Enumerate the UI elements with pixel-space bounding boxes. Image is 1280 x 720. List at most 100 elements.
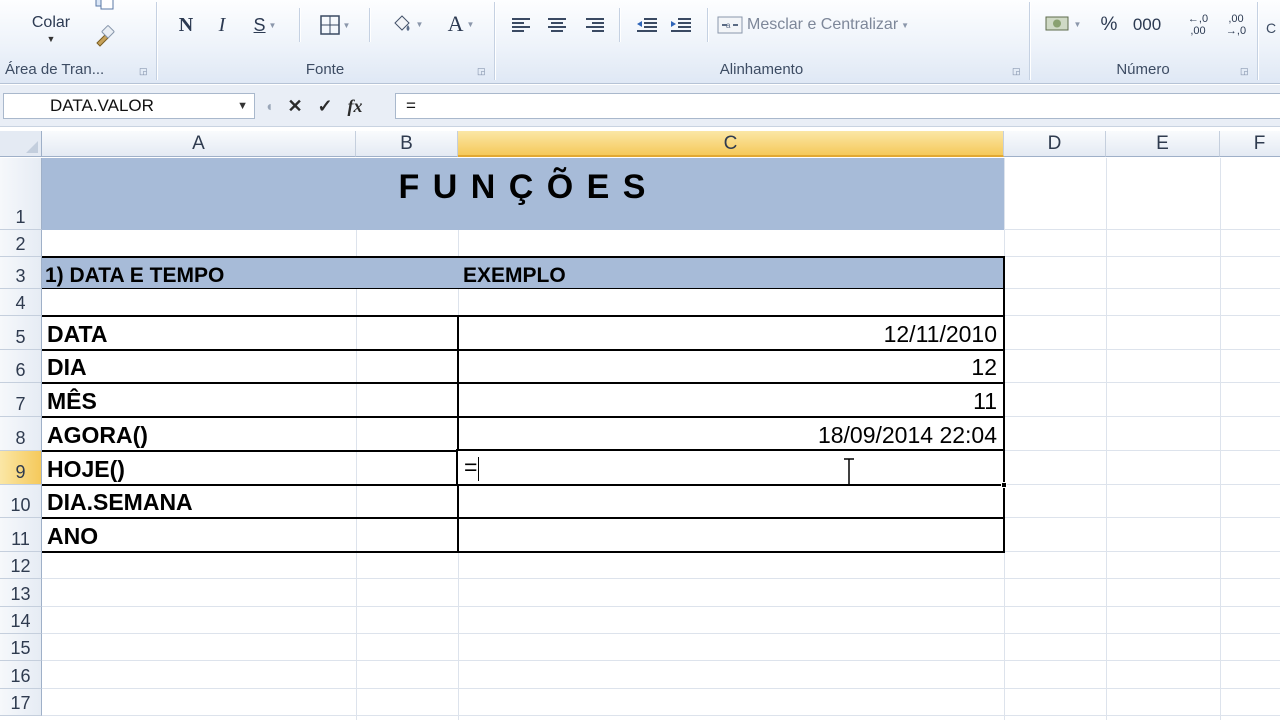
- increase-decimal-bottom: ,00: [1190, 25, 1206, 37]
- section-header-example[interactable]: EXEMPLO: [458, 257, 1004, 289]
- dialog-launcher-icon[interactable]: ◲: [1240, 66, 1250, 76]
- accounting-format-button[interactable]: ▼: [1038, 10, 1088, 38]
- number-group: ▼ % 000 ←,0 ,00 ,00 →,0 Número ◲: [1030, 0, 1256, 82]
- resize-handle-icon[interactable]: ◖: [258, 94, 280, 118]
- chevron-down-icon: ▼: [1073, 19, 1082, 29]
- paste-button[interactable]: Colar ▼: [10, 0, 92, 48]
- table-row-value[interactable]: [459, 519, 1003, 551]
- enter-icon[interactable]: ✓: [310, 94, 340, 118]
- clipboard-group: Colar ▼ Área de Tran... ◲: [0, 0, 155, 82]
- row-header-8[interactable]: 8: [0, 417, 42, 451]
- row-header-2[interactable]: 2: [0, 230, 42, 257]
- row-header-14[interactable]: 14: [0, 607, 42, 634]
- font-color-icon: A: [447, 11, 464, 36]
- select-all-corner[interactable]: [0, 131, 42, 157]
- row-header-6[interactable]: 6: [0, 350, 42, 383]
- worksheet[interactable]: A B C D E F 1 2 3 4 5 6 7 8 9 10 11 12 1…: [0, 128, 1280, 720]
- table-row-value[interactable]: [459, 486, 1003, 517]
- font-color-button[interactable]: A ▼: [439, 10, 483, 38]
- row-header-7[interactable]: 7: [0, 383, 42, 417]
- font-group-label: Fonte: [305, 61, 345, 78]
- table-row-label[interactable]: AGORA(): [42, 418, 456, 450]
- chevron-down-icon: ▼: [901, 20, 910, 30]
- copy-icon[interactable]: [90, 0, 118, 12]
- row-header-3[interactable]: 3: [0, 257, 42, 289]
- name-box-value: DATA.VALOR: [50, 96, 154, 115]
- align-center-button[interactable]: [543, 12, 571, 38]
- increase-indent-button[interactable]: [667, 12, 695, 38]
- column-header-e[interactable]: E: [1106, 131, 1220, 157]
- active-cell[interactable]: =: [456, 449, 1007, 488]
- row-header-13[interactable]: 13: [0, 579, 42, 607]
- table-row-value[interactable]: 11: [459, 384, 1003, 416]
- cancel-icon[interactable]: ✕: [280, 94, 310, 118]
- underline-label: S: [253, 14, 266, 35]
- alignment-group: a Mesclar e Centralizar ▼ Alinhamento ◲: [495, 0, 1028, 82]
- formula-input[interactable]: =: [395, 93, 1280, 119]
- fill-color-button[interactable]: ▼: [385, 10, 429, 38]
- table-row-label[interactable]: DATA: [42, 317, 456, 349]
- row-header-9[interactable]: 9: [0, 451, 42, 485]
- formula-bar: DATA.VALOR ▼ ◖ ✕ ✓ fx =: [0, 85, 1280, 127]
- table-row-value[interactable]: 18/09/2014 22:04: [459, 418, 1003, 450]
- chevron-down-icon: ▼: [342, 20, 351, 30]
- row-header-4[interactable]: 4: [0, 289, 42, 316]
- number-group-label: Número: [1116, 61, 1170, 78]
- dialog-launcher-icon[interactable]: ◲: [139, 66, 149, 76]
- row-header-10[interactable]: 10: [0, 485, 42, 518]
- row-header-5[interactable]: 5: [0, 316, 42, 350]
- italic-button[interactable]: I: [209, 12, 235, 38]
- chevron-down-icon[interactable]: ▼: [237, 94, 248, 118]
- decrease-indent-button[interactable]: [633, 12, 661, 38]
- decrease-decimal-button[interactable]: ,00 →,0: [1220, 10, 1252, 40]
- row-header-17[interactable]: 17: [0, 689, 42, 716]
- clipboard-group-label: Área de Tran...: [5, 61, 105, 78]
- name-box[interactable]: DATA.VALOR ▼: [3, 93, 255, 119]
- column-header-d[interactable]: D: [1004, 131, 1106, 157]
- styles-group-partial[interactable]: C: [1262, 8, 1280, 48]
- chevron-down-icon: ▼: [46, 34, 56, 44]
- column-header-c[interactable]: C: [458, 131, 1004, 157]
- row-header-12[interactable]: 12: [0, 552, 42, 579]
- align-left-icon: [512, 18, 530, 32]
- underline-button[interactable]: S ▼: [245, 12, 285, 38]
- row-header-1[interactable]: 1: [0, 158, 42, 230]
- paint-bucket-icon: [393, 15, 410, 31]
- align-left-button[interactable]: [507, 12, 535, 38]
- row-header-16[interactable]: 16: [0, 661, 42, 689]
- svg-text:a: a: [726, 21, 731, 30]
- format-painter-icon[interactable]: [90, 24, 118, 48]
- insert-function-icon[interactable]: fx: [340, 94, 370, 118]
- dialog-launcher-icon[interactable]: ◲: [1012, 66, 1022, 76]
- table-row-label[interactable]: HOJE(): [42, 452, 456, 484]
- page-title: F U N Ç Õ E S: [398, 168, 648, 206]
- decrease-indent-icon: [637, 18, 657, 32]
- increase-indent-icon: [671, 18, 691, 32]
- percent-button[interactable]: %: [1094, 12, 1124, 38]
- ibeam-cursor-icon: [843, 458, 855, 486]
- font-group: N I S ▼ ▼ ▼ A ▼ Fonte ◲: [157, 0, 493, 82]
- row-header-11[interactable]: 11: [0, 518, 42, 552]
- table-row-value[interactable]: 12/11/2010: [459, 317, 1003, 349]
- table-row-label[interactable]: DIA.SEMANA: [42, 486, 456, 517]
- paste-label: Colar: [31, 14, 71, 31]
- row-header-15[interactable]: 15: [0, 634, 42, 661]
- thousands-separator-button[interactable]: 000: [1130, 12, 1164, 38]
- column-header-a[interactable]: A: [42, 131, 356, 157]
- table-row-value[interactable]: 12: [459, 351, 1003, 382]
- dialog-launcher-icon[interactable]: ◲: [477, 66, 487, 76]
- chevron-down-icon: ▼: [268, 20, 277, 30]
- table-row-label[interactable]: MÊS: [42, 384, 456, 416]
- decrease-decimal-bottom: →,0: [1225, 25, 1247, 37]
- section-header-label[interactable]: 1) DATA E TEMPO: [42, 257, 458, 289]
- increase-decimal-top: ←,0: [1187, 13, 1209, 25]
- increase-decimal-button[interactable]: ←,0 ,00: [1182, 10, 1214, 40]
- merge-center-button[interactable]: a Mesclar e Centralizar ▼: [717, 12, 943, 38]
- column-header-f[interactable]: F: [1220, 131, 1280, 157]
- align-right-button[interactable]: [581, 12, 609, 38]
- table-row-label[interactable]: ANO: [42, 519, 456, 551]
- bold-button[interactable]: N: [173, 12, 199, 38]
- table-row-label[interactable]: DIA: [42, 351, 456, 382]
- column-header-b[interactable]: B: [356, 131, 458, 157]
- borders-button[interactable]: ▼: [313, 12, 357, 38]
